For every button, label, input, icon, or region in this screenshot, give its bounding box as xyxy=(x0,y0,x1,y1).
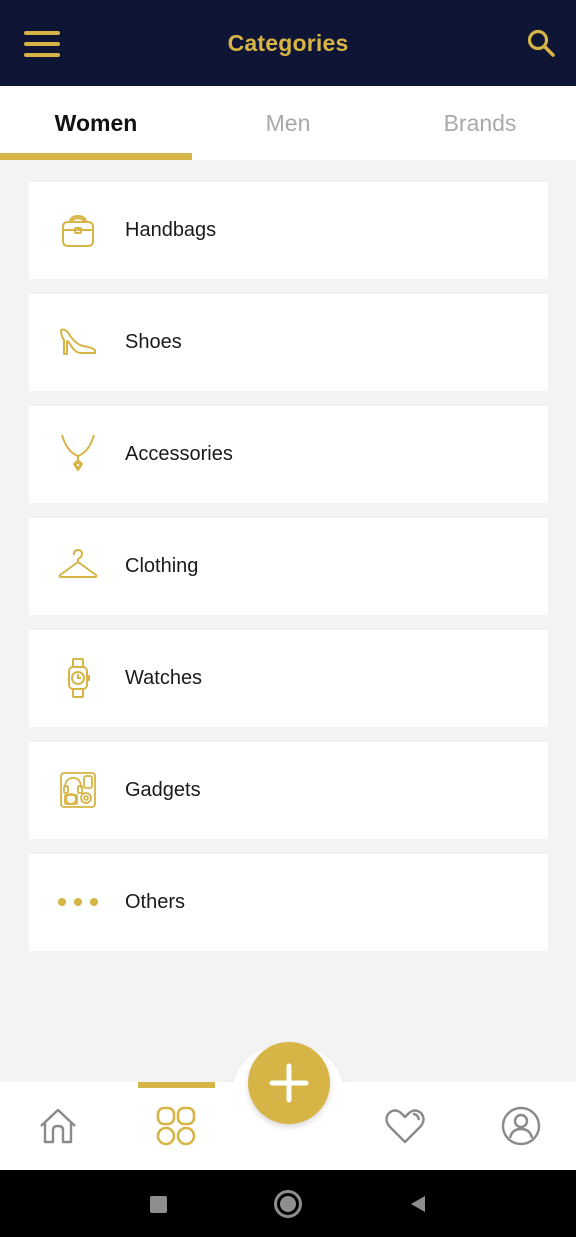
heart-icon[interactable] xyxy=(383,1104,427,1148)
categories-grid-icon[interactable] xyxy=(154,1104,198,1148)
category-label: Others xyxy=(125,891,186,913)
system-navigation-bar xyxy=(0,1170,576,1237)
tab-women[interactable]: Women xyxy=(0,86,192,160)
tab-brands[interactable]: Brands xyxy=(384,86,576,160)
category-item-handbags[interactable]: Handbags xyxy=(29,182,548,279)
search-icon[interactable] xyxy=(526,28,556,58)
category-list: Handbags Shoes Accessories Clothing Watc… xyxy=(29,182,548,966)
category-item-accessories[interactable]: Accessories xyxy=(29,406,548,503)
category-label: Accessories xyxy=(125,443,233,465)
page-title: Categories xyxy=(227,29,349,56)
category-tabs: Women Men Brands xyxy=(0,86,576,160)
category-label: Watches xyxy=(125,667,203,689)
add-button[interactable] xyxy=(248,1042,330,1124)
home-icon[interactable] xyxy=(36,1104,80,1148)
category-label: Handbags xyxy=(125,219,217,241)
app-bar: Categories xyxy=(0,0,576,86)
category-label: Shoes xyxy=(125,331,182,353)
tab-men[interactable]: Men xyxy=(192,86,384,160)
category-item-shoes[interactable]: Shoes xyxy=(29,294,548,391)
recent-apps-icon[interactable] xyxy=(142,1188,174,1220)
category-label: Clothing xyxy=(125,555,199,577)
category-item-gadgets[interactable]: Gadgets xyxy=(29,742,548,839)
active-nav-indicator xyxy=(138,1082,215,1088)
category-item-others[interactable]: Others xyxy=(29,854,548,951)
hanger-icon xyxy=(57,544,99,588)
category-label: Gadgets xyxy=(125,779,201,801)
hamburger-menu-icon[interactable] xyxy=(24,31,60,57)
necklace-icon xyxy=(57,432,99,476)
home-circle-icon[interactable] xyxy=(272,1188,304,1220)
back-icon[interactable] xyxy=(402,1188,434,1220)
category-item-watches[interactable]: Watches xyxy=(29,630,548,727)
high-heel-icon xyxy=(57,320,99,364)
profile-icon[interactable] xyxy=(499,1104,543,1148)
category-item-clothing[interactable]: Clothing xyxy=(29,518,548,615)
add-icon xyxy=(269,1063,309,1103)
more-dots-icon xyxy=(57,880,99,924)
gadgets-icon xyxy=(57,768,99,812)
handbag-icon xyxy=(57,208,99,252)
watch-icon xyxy=(57,656,99,700)
